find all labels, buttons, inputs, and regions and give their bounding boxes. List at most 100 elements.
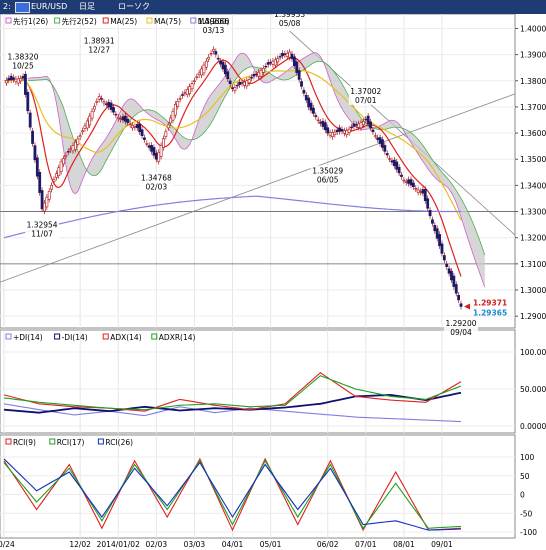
candle-down — [340, 129, 344, 132]
annotation-date: 12/27 — [88, 45, 110, 54]
candle-down — [407, 179, 411, 184]
candle-down — [352, 123, 356, 127]
candle-up — [357, 123, 361, 128]
candle-up — [185, 89, 189, 95]
rci-panel[interactable] — [0, 434, 516, 539]
candle-up — [64, 155, 68, 157]
candle-down — [428, 210, 432, 217]
candle-down — [307, 97, 311, 108]
candle-down — [290, 53, 294, 60]
date-tick-label: 2014/01/02 — [97, 540, 140, 549]
candle-up — [97, 96, 101, 100]
date-tick-label: 05/01 — [260, 540, 282, 549]
candle-up — [178, 98, 182, 100]
candle-down — [295, 61, 299, 73]
candle-down — [26, 92, 30, 112]
candle-up — [209, 53, 213, 55]
symbol-label[interactable]: EUR/USD — [31, 1, 67, 13]
candle-down — [433, 225, 437, 232]
candle-down — [252, 73, 256, 77]
candle-up — [19, 78, 23, 82]
candle-down — [238, 81, 242, 85]
annotation-price: 1.32954 — [27, 221, 58, 230]
price-tick-label: 1.3600 — [520, 129, 546, 138]
candle-down — [426, 198, 430, 209]
candle-down — [33, 145, 37, 161]
price-tick-label: 1.3700 — [520, 103, 546, 112]
candle-up — [195, 76, 199, 78]
annotation-price: 1.34768 — [141, 173, 172, 182]
candle-down — [152, 147, 156, 156]
candle-down — [297, 70, 301, 80]
candle-up — [95, 101, 99, 103]
candle-up — [362, 121, 365, 126]
candle-down — [409, 179, 413, 186]
candle-down — [450, 270, 453, 281]
candle-up — [273, 59, 277, 66]
candle-down — [326, 127, 330, 134]
candle-down — [31, 130, 34, 144]
legend-label: ADX(14) — [110, 333, 142, 342]
price-tick-label: 1.3400 — [520, 181, 546, 190]
candle-up — [345, 130, 349, 136]
annotation-box: 1.2920009/04 — [444, 317, 478, 337]
candle-down — [112, 107, 115, 113]
candle-down — [278, 56, 282, 58]
candle-down — [338, 127, 342, 132]
date-tick-label: 06/02 — [317, 540, 339, 549]
chart-canvas[interactable]: 1.3832010/251.3893112/271.3966603/131.39… — [0, 14, 546, 550]
date-axis: 10/24 12/02 2014/01/02 02/03 03/03 04/01 05/01… — [0, 540, 453, 549]
candle-down — [421, 189, 425, 194]
legend-label: MA(25) — [110, 17, 137, 26]
candle-up — [193, 80, 196, 82]
candle-up — [316, 119, 320, 122]
candle-up — [93, 105, 96, 110]
candle-up — [200, 68, 203, 76]
chart-type-label[interactable]: ローソク — [118, 1, 150, 13]
date-tick-label: 08/01 — [393, 540, 415, 549]
candle-down — [21, 76, 25, 79]
date-tick-label: 09/01 — [431, 540, 453, 549]
candle-up — [247, 79, 251, 84]
candle-up — [285, 53, 289, 58]
candle-down — [109, 102, 113, 110]
annotation-date: 11/07 — [31, 230, 53, 239]
price-tick-label: 1.3500 — [520, 155, 546, 164]
candle-up — [233, 87, 237, 92]
candle-down — [135, 124, 139, 129]
annotation-price: 1.29200 — [445, 319, 476, 328]
candle-down — [385, 153, 389, 156]
annotation-price: 1.35029 — [312, 166, 343, 175]
legend-label: ADXR(14) — [159, 333, 196, 342]
legend-label: +DI(14) — [13, 333, 43, 342]
candle-up — [176, 101, 180, 107]
candle-up — [52, 179, 56, 182]
candle-down — [454, 284, 458, 294]
candle-up — [331, 132, 334, 137]
annotation-price: 1.37002 — [350, 87, 381, 96]
candle-up — [333, 131, 337, 135]
candle-up — [69, 148, 73, 151]
candle-down — [321, 120, 325, 127]
candle-down — [266, 62, 270, 65]
candle-up — [347, 128, 351, 133]
candle-up — [276, 58, 280, 63]
legend-label: MA(75) — [154, 17, 181, 26]
candle-down — [281, 53, 284, 57]
candle-down — [283, 53, 287, 55]
candle-down — [24, 73, 27, 95]
legend-label: RCI(9) — [13, 438, 36, 447]
candle-up — [45, 196, 49, 208]
price-tick-label: 1.4000 — [520, 24, 546, 33]
annotation-box: 1.3832010/25 — [6, 51, 41, 71]
candle-up — [43, 202, 46, 212]
annotation-date: 09/04 — [450, 328, 472, 337]
timeframe-label[interactable]: 日足 — [79, 1, 95, 13]
candle-down — [219, 60, 222, 65]
candle-down — [397, 166, 401, 174]
candle-down — [143, 137, 146, 140]
dmi-panel[interactable] — [0, 329, 516, 434]
legend-label: 先行2(52) — [62, 16, 97, 26]
candle-down — [38, 172, 42, 193]
candle-down — [250, 77, 253, 79]
